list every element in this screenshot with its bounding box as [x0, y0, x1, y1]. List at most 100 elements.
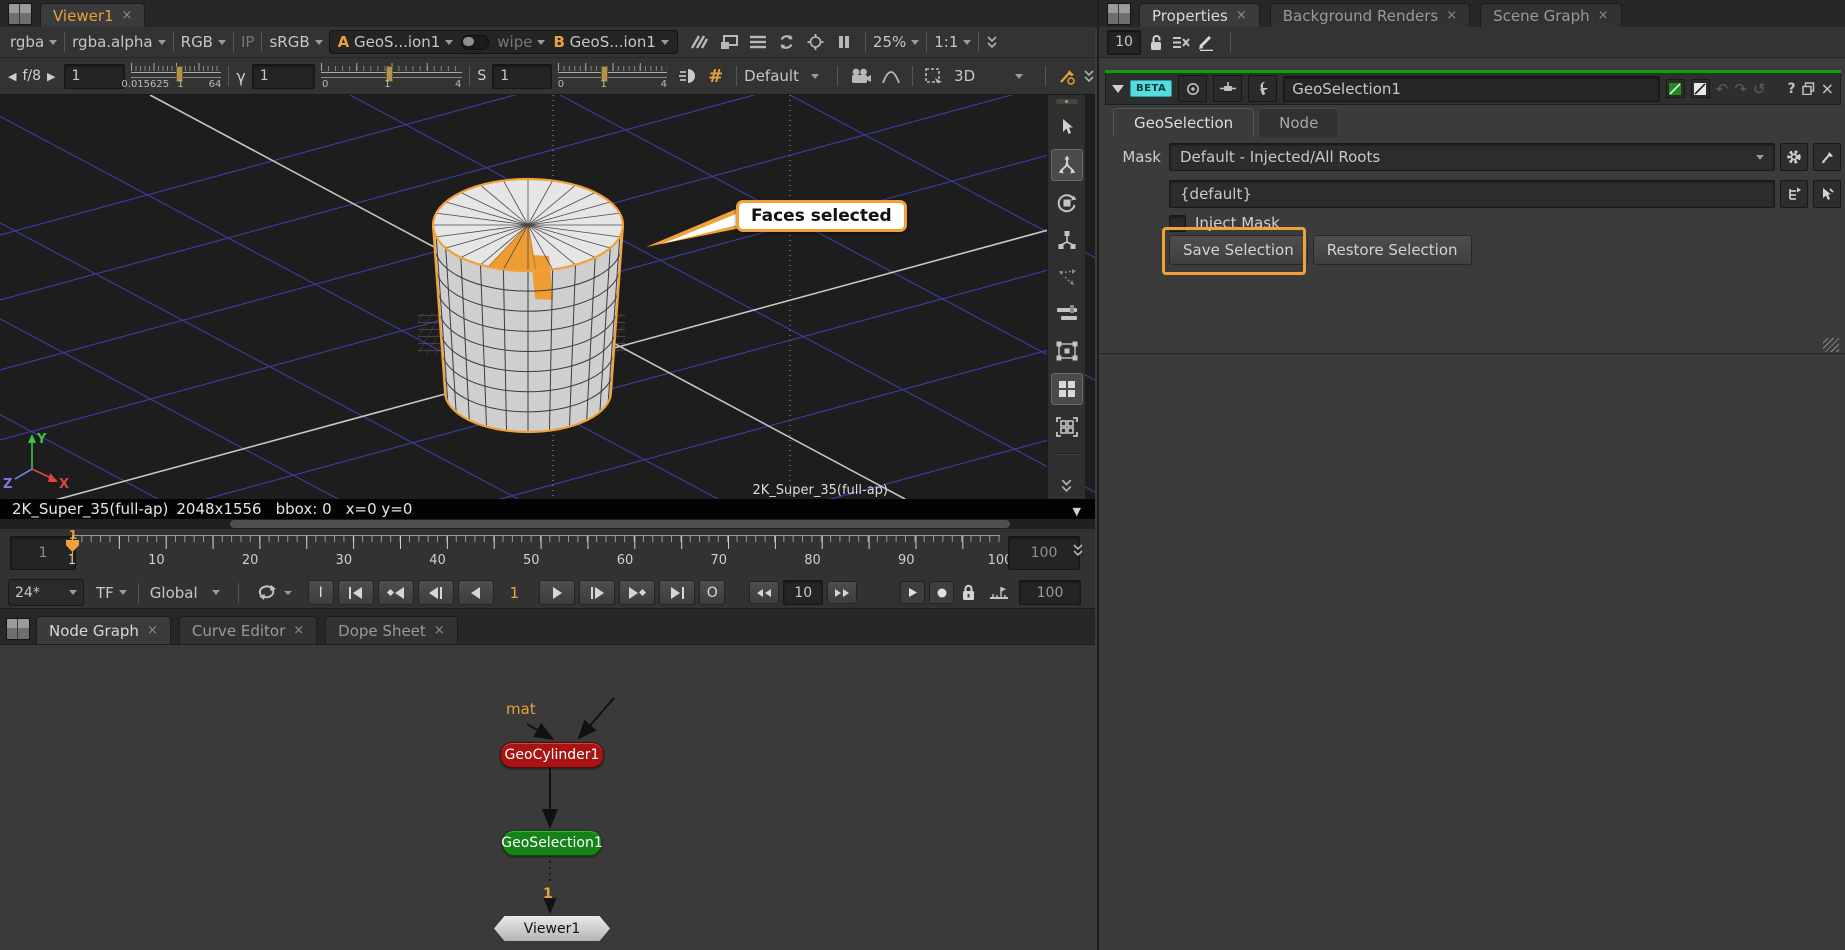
pane-layout-icon[interactable] — [1107, 3, 1131, 25]
center-in-dag-icon[interactable] — [1178, 75, 1207, 102]
input-process-toggle[interactable]: IP — [241, 33, 254, 51]
jump-forward-button[interactable] — [827, 581, 857, 604]
timeline-chevron-icon[interactable] — [1072, 543, 1084, 557]
node-name-input[interactable]: GeoSelection1 — [1283, 76, 1659, 102]
playhead-marker[interactable] — [66, 540, 79, 552]
gamma-slider[interactable]: 0 1 4 — [321, 61, 463, 91]
tab-geoselection[interactable]: GeoSelection — [1113, 108, 1254, 137]
viewer-lut-dropdown[interactable]: sRGB — [269, 33, 322, 51]
panel-resize-grip[interactable] — [1823, 338, 1839, 352]
max-panels-input[interactable]: 10 — [1107, 30, 1141, 55]
pane-splitter[interactable] — [1099, 353, 1845, 356]
flipbook-icon[interactable] — [900, 581, 925, 604]
close-icon[interactable]: × — [147, 624, 158, 637]
close-icon[interactable]: × — [1236, 9, 1247, 22]
marquee-select-icon[interactable] — [925, 68, 943, 84]
hscrollbar-thumb[interactable] — [230, 520, 1010, 528]
b-input-dropdown[interactable]: B GeoS...ion1 — [553, 33, 668, 51]
tab-background-renders[interactable]: Background Renders × — [1270, 3, 1470, 27]
inject-mask-checkbox[interactable] — [1169, 215, 1186, 232]
status-dropdown-icon[interactable]: ▼ — [1073, 505, 1081, 518]
proxy-mode-icon[interactable] — [690, 34, 708, 50]
scale-tool-icon[interactable] — [1052, 225, 1082, 255]
tab-node[interactable]: Node — [1258, 108, 1339, 137]
pixel-aspect-dropdown[interactable]: 1:1 — [934, 33, 971, 51]
prev-keyframe-button[interactable] — [378, 580, 414, 605]
camera-icon[interactable] — [850, 68, 872, 84]
frame-range-dropdown[interactable]: Global — [150, 584, 220, 602]
frame-buffer-icon[interactable] — [750, 35, 766, 49]
wipe-mode-dropdown[interactable]: wipe — [497, 33, 545, 51]
profile-ramp-icon[interactable] — [989, 586, 1009, 600]
node-connections-icon[interactable] — [1213, 75, 1242, 102]
gamma-input[interactable]: 1 — [252, 64, 315, 89]
tab-curve-editor[interactable]: Curve Editor × — [179, 616, 317, 644]
close-panel-icon[interactable]: × — [1821, 79, 1834, 98]
cylinder-geometry[interactable] — [433, 179, 623, 432]
transform-handles-icon[interactable] — [1052, 262, 1082, 292]
translate-tool-icon[interactable] — [1051, 149, 1083, 181]
channel-indicator-white[interactable] — [1691, 79, 1710, 98]
select-tool-icon[interactable] — [1052, 112, 1082, 142]
scene-tree-icon[interactable] — [1780, 180, 1808, 208]
close-icon[interactable]: × — [1598, 9, 1609, 22]
viewport-chevron-icon[interactable] — [1060, 478, 1073, 493]
node-graph[interactable]: mat GeoCylinder1 GeoSelection1 1 Viewer1 — [0, 645, 1095, 950]
pick-in-viewer-icon[interactable] — [1813, 180, 1841, 208]
close-icon[interactable]: × — [434, 624, 445, 637]
tab-scene-graph[interactable]: Scene Graph × — [1480, 3, 1621, 27]
fps-dropdown[interactable]: 24* — [8, 579, 84, 606]
loop-mode-icon[interactable] — [257, 584, 292, 601]
pane-layout-icon[interactable] — [6, 618, 30, 640]
frame-increment-input[interactable]: 10 — [783, 580, 823, 605]
more-options-chevron-icon[interactable] — [1083, 69, 1095, 83]
save-selection-button[interactable]: Save Selection — [1169, 235, 1308, 265]
next-keyframe-button[interactable] — [619, 580, 655, 605]
play-backward-button[interactable] — [458, 580, 494, 605]
wrench-icon[interactable] — [1248, 75, 1277, 102]
viewport-3d[interactable]: Y X Z 2K_Super_35(full-ap) Faces selecte… — [0, 95, 1095, 499]
mask-picker-icon[interactable] — [1813, 143, 1841, 171]
zoom-level-dropdown[interactable]: 25% — [873, 33, 919, 51]
strip-handle[interactable] — [1056, 99, 1078, 104]
undo-icon[interactable]: ↶ — [1716, 80, 1729, 98]
tab-properties[interactable]: Properties × — [1139, 3, 1260, 27]
view-mode-dropdown[interactable]: 3D — [954, 67, 1038, 85]
edit-node-name-icon[interactable] — [1198, 34, 1215, 51]
restore-selection-button[interactable]: Restore Selection — [1313, 235, 1472, 265]
headlamp-icon[interactable] — [679, 68, 698, 84]
mask-settings-gear-icon[interactable] — [1780, 143, 1808, 171]
display-mode-dropdown[interactable]: RGB — [181, 33, 226, 51]
step-forward-button[interactable] — [579, 580, 615, 605]
jump-back-button[interactable] — [749, 581, 779, 604]
saturation-slider[interactable]: 0 1 4 — [558, 61, 667, 91]
viewer-process-dropdown[interactable]: Default — [744, 67, 830, 85]
refresh-icon[interactable] — [778, 34, 795, 50]
step-back-button[interactable] — [418, 580, 454, 605]
saturation-input[interactable]: 1 — [492, 64, 551, 89]
out-point-button[interactable]: O — [699, 580, 725, 605]
prev-fstop-icon[interactable]: ◀ — [8, 70, 16, 83]
tab-viewer1[interactable]: Viewer1 × — [40, 3, 145, 27]
wipe-toggle[interactable] — [461, 35, 489, 50]
tab-dope-sheet[interactable]: Dope Sheet × — [325, 616, 458, 644]
close-icon[interactable]: × — [1446, 9, 1457, 22]
alpha-dropdown[interactable]: rgba.alpha — [72, 33, 166, 51]
mask-expression-input[interactable]: {default} — [1169, 180, 1775, 208]
lut-curve-icon[interactable] — [882, 69, 900, 84]
gain-input[interactable]: 1 — [64, 64, 125, 89]
roi-icon[interactable] — [807, 34, 824, 50]
rotate-tool-icon[interactable] — [1052, 188, 1082, 218]
pane-layout-icon[interactable] — [8, 3, 32, 25]
redo-icon[interactable]: ↷ — [1734, 80, 1747, 98]
range-end-input[interactable]: 100 — [1008, 536, 1080, 570]
close-icon[interactable]: × — [122, 9, 133, 22]
collapse-triangle-icon[interactable] — [1112, 85, 1124, 93]
grid-toggle-icon[interactable]: # — [708, 66, 723, 87]
goto-end-button[interactable] — [659, 580, 695, 605]
clip-warning-icon[interactable] — [720, 35, 738, 50]
align-tool-icon[interactable] — [1052, 299, 1082, 329]
a-input-dropdown[interactable]: A GeoS...ion1 — [338, 33, 454, 51]
play-forward-button[interactable] — [539, 580, 575, 605]
in-point-button[interactable]: I — [308, 580, 334, 605]
